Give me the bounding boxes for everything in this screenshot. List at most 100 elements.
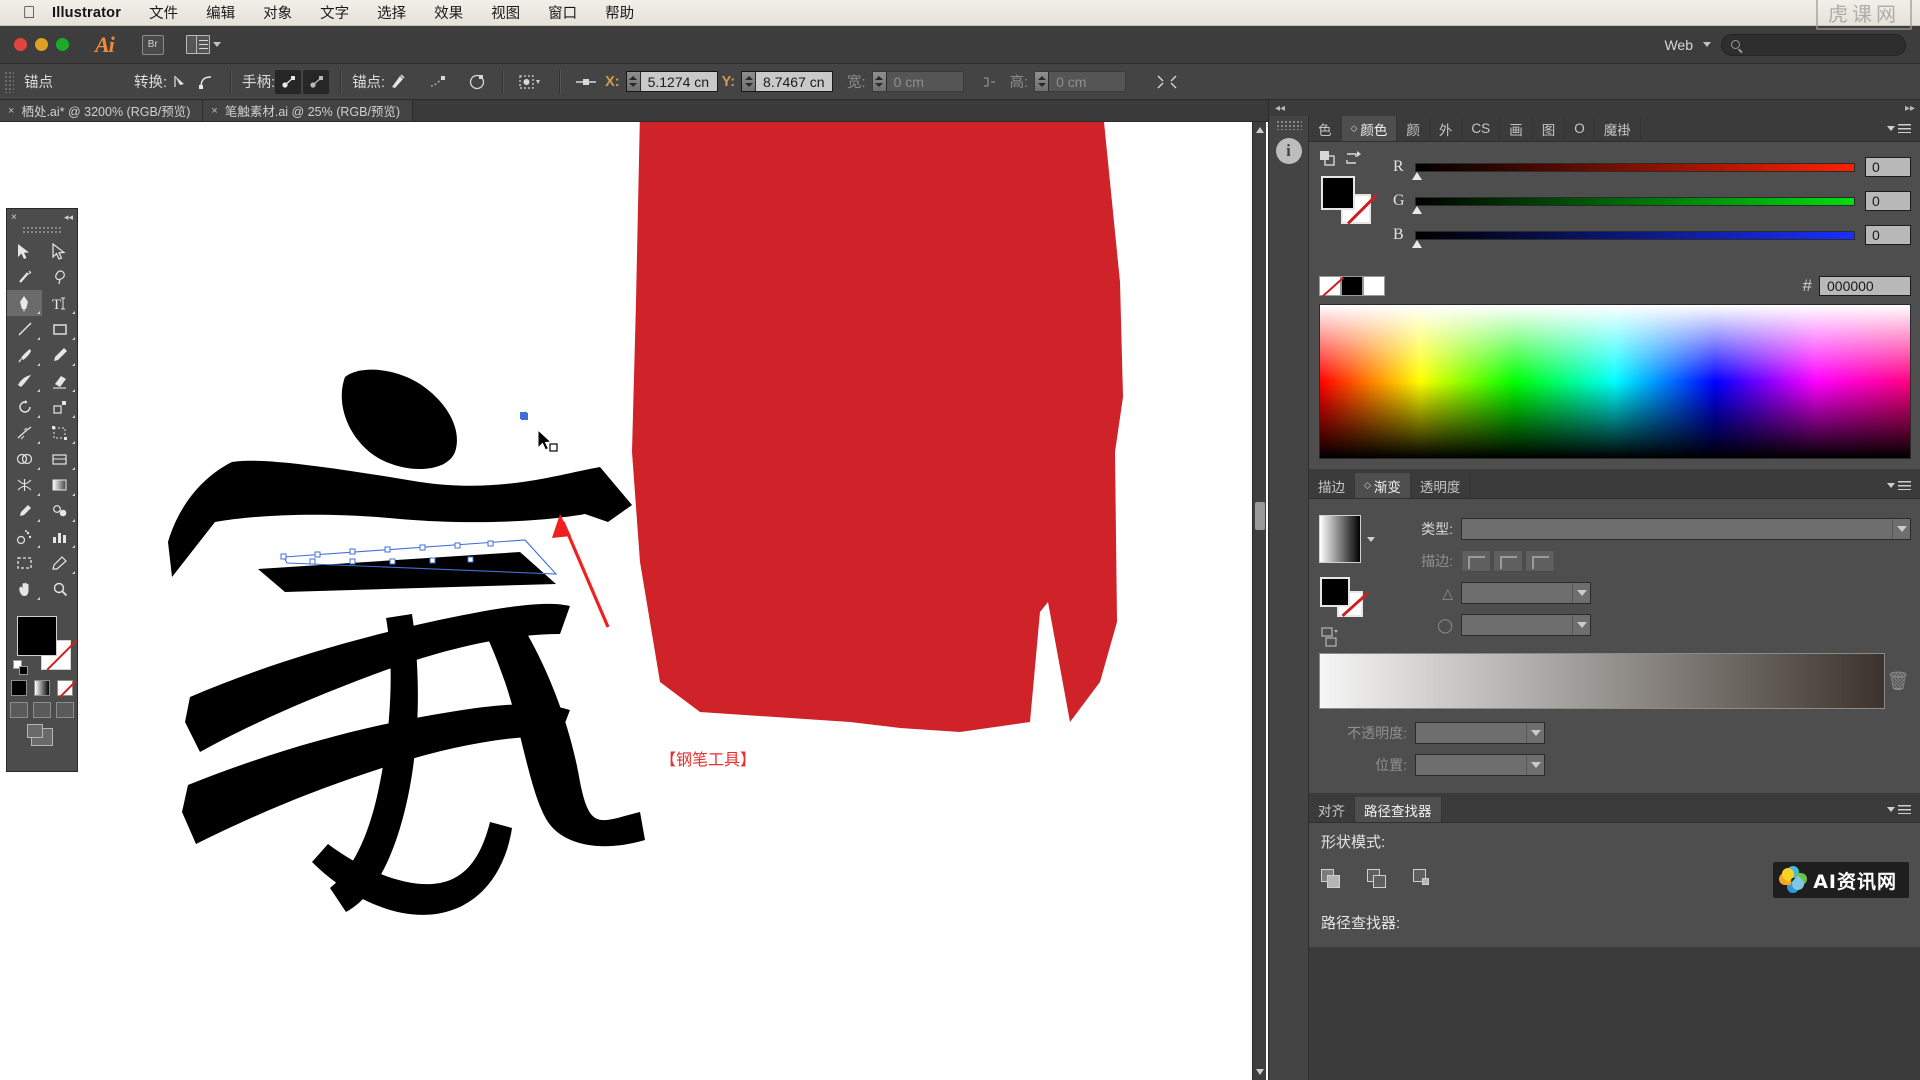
tab-color-guide[interactable]: 颜 xyxy=(1397,116,1430,141)
tab-opacity[interactable]: O xyxy=(1565,116,1595,141)
menu-item-window[interactable]: 窗口 xyxy=(548,2,577,23)
workspace-label[interactable]: Web xyxy=(1664,37,1693,53)
document-tab-secondary[interactable]: × 笔触素材.ai @ 25% (RGB/预览) xyxy=(203,100,414,121)
collapse-icon[interactable]: ◂◂ xyxy=(64,212,73,223)
x-stepper[interactable] xyxy=(626,72,641,91)
tool-mesh[interactable] xyxy=(7,472,42,498)
red-value-input[interactable]: 0 xyxy=(1865,157,1911,177)
width-stepper[interactable] xyxy=(872,72,887,91)
document-tab-active[interactable]: × 栖处.ai* @ 3200% (RGB/预览) xyxy=(0,100,204,121)
tab-color[interactable]: ◇ 颜色 xyxy=(1341,116,1398,141)
red-slider-track[interactable] xyxy=(1412,162,1855,180)
menu-item-file[interactable]: 文件 xyxy=(149,2,178,23)
tool-gradient[interactable] xyxy=(42,472,77,498)
full-screen-menu-mode-icon[interactable] xyxy=(33,702,51,718)
fill-swatch[interactable] xyxy=(17,616,57,656)
remove-anchor-icon[interactable] xyxy=(385,70,411,94)
info-panel-icon[interactable]: i xyxy=(1275,138,1302,164)
tool-symbol-sprayer[interactable] xyxy=(7,524,42,550)
isolate-selected-icon[interactable] xyxy=(514,70,548,94)
gradient-along-stroke-button[interactable] xyxy=(1493,550,1523,572)
tab-pathfinder[interactable]: 路径查找器 xyxy=(1355,797,1442,822)
transform-each-icon[interactable] xyxy=(1152,70,1182,94)
x-position-input[interactable]: 5.1274 cn xyxy=(625,71,718,92)
green-slider-track[interactable] xyxy=(1412,196,1855,214)
blue-value-input[interactable]: 0 xyxy=(1865,225,1911,245)
green-slider-knob[interactable] xyxy=(1412,205,1422,214)
tool-column-graph[interactable] xyxy=(42,524,77,550)
gradient-preview-thumb[interactable] xyxy=(1319,515,1361,563)
blue-slider-knob[interactable] xyxy=(1412,239,1422,248)
tool-free-transform[interactable] xyxy=(42,420,77,446)
tool-slice[interactable] xyxy=(42,550,77,576)
canvas-vertical-scrollbar[interactable] xyxy=(1252,122,1266,1080)
tool-eyedropper[interactable] xyxy=(7,498,42,524)
hex-value-input[interactable]: 000000 xyxy=(1819,276,1911,296)
tool-magic-wand[interactable] xyxy=(7,264,42,290)
tool-paintbrush[interactable] xyxy=(7,342,42,368)
swap-fill-stroke-icon[interactable] xyxy=(1345,150,1362,167)
fill-color-swatch[interactable] xyxy=(1321,176,1355,210)
menu-item-help[interactable]: 帮助 xyxy=(605,2,634,23)
tab-appearance[interactable]: 外 xyxy=(1430,116,1463,141)
tool-zoom[interactable] xyxy=(42,576,77,602)
gradient-slider[interactable] xyxy=(1319,653,1885,709)
collapse-left-icon[interactable]: ◂◂ xyxy=(1275,103,1285,114)
close-icon[interactable]: × xyxy=(8,105,14,117)
menu-item-select[interactable]: 选择 xyxy=(377,2,406,23)
align-icon[interactable] xyxy=(571,70,601,94)
height-stepper[interactable] xyxy=(1035,72,1050,91)
tab-magic[interactable]: 魔褂 xyxy=(1595,116,1641,141)
scroll-up-icon[interactable] xyxy=(1256,127,1264,133)
gradient-location-input[interactable] xyxy=(1415,754,1545,776)
zoom-window-button[interactable] xyxy=(56,38,69,51)
hide-handles-icon[interactable] xyxy=(303,69,330,94)
tool-rectangle[interactable] xyxy=(42,316,77,342)
menu-item-type[interactable]: 文字 xyxy=(320,2,349,23)
tool-selection[interactable] xyxy=(7,238,42,264)
tool-hand[interactable] xyxy=(7,576,42,602)
intersect-icon[interactable] xyxy=(1413,869,1437,891)
gradient-opacity-input[interactable] xyxy=(1415,722,1545,744)
icon-strip-grip[interactable] xyxy=(1275,120,1302,130)
gradient-fill-swatch[interactable] xyxy=(1320,577,1350,607)
tab-gradient[interactable]: ◇ 渐变 xyxy=(1355,473,1411,498)
y-stepper[interactable] xyxy=(742,72,757,91)
default-fill-stroke-icon[interactable] xyxy=(13,660,29,676)
convert-to-corner-icon[interactable] xyxy=(167,70,193,94)
apple-logo-icon[interactable]:  xyxy=(16,4,42,21)
tool-blob-brush[interactable] xyxy=(7,368,42,394)
trash-icon[interactable]: 🗑 xyxy=(1885,671,1911,692)
panel-menu-icon[interactable] xyxy=(1877,116,1920,141)
help-search-input[interactable] xyxy=(1721,33,1906,56)
red-slider-knob[interactable] xyxy=(1412,171,1422,180)
workspace-chevron-icon[interactable] xyxy=(1703,42,1711,47)
tab-cs[interactable]: CS xyxy=(1462,116,1501,141)
tool-lasso[interactable] xyxy=(42,264,77,290)
white-swatch[interactable] xyxy=(1363,276,1385,296)
full-screen-mode-icon[interactable] xyxy=(56,702,74,718)
tool-rotate[interactable] xyxy=(7,394,42,420)
menu-item-effect[interactable]: 效果 xyxy=(434,2,463,23)
constrain-proportions-icon[interactable] xyxy=(976,70,1002,94)
gradient-type-select[interactable] xyxy=(1461,518,1911,540)
menu-item-edit[interactable]: 编辑 xyxy=(206,2,235,23)
cut-path-icon[interactable] xyxy=(465,70,491,94)
arrange-documents-button[interactable] xyxy=(185,35,221,54)
convert-to-smooth-icon[interactable] xyxy=(193,70,219,94)
normal-screen-mode-icon[interactable] xyxy=(10,702,28,718)
menu-item-view[interactable]: 视图 xyxy=(491,2,520,23)
close-icon[interactable]: × xyxy=(11,212,17,223)
scroll-down-icon[interactable] xyxy=(1256,1069,1264,1075)
color-spectrum-ramp[interactable] xyxy=(1319,304,1911,459)
minimize-window-button[interactable] xyxy=(35,38,48,51)
minus-front-icon[interactable] xyxy=(1367,869,1391,891)
unite-icon[interactable] xyxy=(1321,869,1345,891)
tab-swatches[interactable]: 色 xyxy=(1309,116,1342,141)
gradient-across-stroke-button[interactable] xyxy=(1525,550,1555,572)
tool-pencil[interactable] xyxy=(42,342,77,368)
tool-artboard[interactable] xyxy=(7,550,42,576)
tool-pen[interactable] xyxy=(7,290,42,316)
height-input[interactable]: 0 cm xyxy=(1034,71,1127,92)
menu-item-object[interactable]: 对象 xyxy=(263,2,292,23)
